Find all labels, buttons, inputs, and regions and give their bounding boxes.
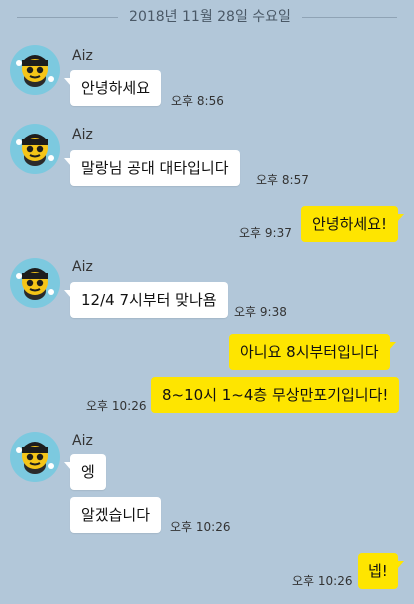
sender-name: Aiz [72, 48, 93, 64]
message-bubble[interactable]: 말랑님 공대 대타입니다 [64, 150, 240, 186]
message-bubble[interactable]: 엥 [64, 454, 106, 490]
bee-character-icon [16, 268, 54, 300]
sender-avatar[interactable] [10, 258, 60, 308]
message-time: 오후 8:56 [171, 94, 224, 108]
sender-avatar[interactable] [10, 45, 60, 95]
bee-character-icon [16, 134, 54, 166]
message-time: 오후 8:57 [256, 173, 309, 187]
message-time: 오후 9:38 [234, 305, 287, 319]
sender-name: Aiz [72, 127, 93, 143]
divider-line-right [302, 17, 397, 18]
sender-avatar[interactable] [10, 124, 60, 174]
message-bubble[interactable]: 아니요 8시부터입니다 [229, 334, 396, 370]
message-time: 오후 9:37 [239, 226, 292, 240]
message-bubble[interactable]: 안녕하세요 [63, 70, 162, 106]
message-time: 오후 10:26 [170, 520, 231, 534]
bee-character-icon [16, 442, 54, 474]
sender-name: Aiz [72, 433, 93, 449]
date-divider: 2018년 11월 28일 수요일 [0, 6, 414, 28]
bee-character-icon [16, 55, 54, 87]
message-bubble[interactable]: 8~10시 1~4층 무상만포기입니다! [151, 377, 400, 413]
message-bubble[interactable]: 알겠습니다 [70, 497, 162, 533]
message-bubble[interactable]: 넵! [358, 553, 404, 589]
message-bubble[interactable]: 12/4 7시부터 맞나욤 [64, 282, 228, 318]
divider-line-left [17, 17, 118, 18]
sender-name: Aiz [72, 259, 93, 275]
message-time: 오후 10:26 [292, 574, 353, 588]
message-bubble[interactable]: 안녕하세요! [301, 206, 405, 242]
message-time: 오후 10:26 [86, 399, 147, 413]
sender-avatar[interactable] [10, 432, 60, 482]
date-divider-text: 2018년 11월 28일 수요일 [129, 9, 291, 25]
